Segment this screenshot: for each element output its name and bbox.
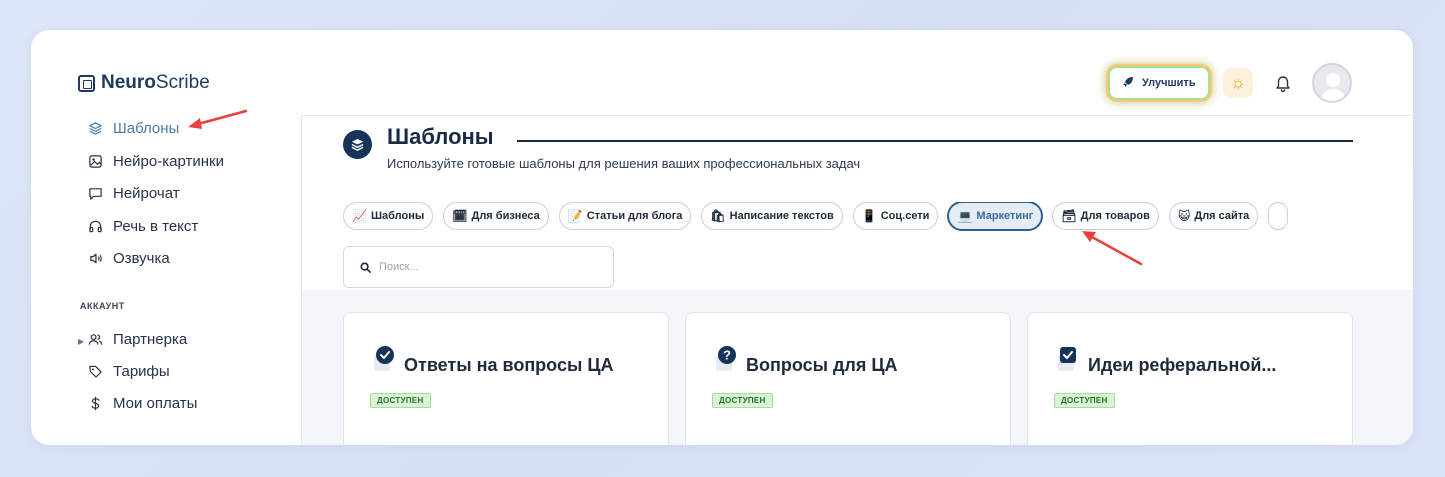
theme-toggle-button[interactable]: ☼: [1223, 68, 1253, 98]
template-card[interactable]: Ответы на вопросы ЦА ДОСТУПЕН: [343, 312, 669, 445]
status-badge: ДОСТУПЕН: [1054, 393, 1115, 408]
phone-icon: 📱: [861, 209, 877, 223]
calendar-icon: 🗓: [452, 209, 468, 223]
card-title: Идеи реферальной...: [1088, 355, 1277, 375]
sidebar-item-label: Речь в текст: [113, 218, 199, 235]
chip-marketing[interactable]: 💻 Маркетинг: [948, 202, 1043, 230]
chat-icon: [89, 188, 102, 200]
rocket-icon: [1122, 76, 1134, 91]
sidebar-item-label: Озвучка: [113, 250, 170, 267]
chip-templates[interactable]: 📈 Шаблоны: [343, 202, 434, 230]
search-box[interactable]: [343, 246, 614, 288]
status-badge: ДОСТУПЕН: [370, 393, 431, 408]
chip-copywriting[interactable]: 🛍 Написание текстов: [701, 202, 843, 230]
page-subtitle: Используйте готовые шаблоны для решения …: [387, 156, 861, 171]
sidebar-item-speech-to-text[interactable]: Речь в текст: [88, 218, 198, 235]
dollar-icon: [91, 396, 100, 411]
template-card[interactable]: ? Вопросы для ЦА ДОСТУПЕН: [685, 312, 1011, 445]
laptop-icon: 💻: [957, 209, 973, 223]
app-logo[interactable]: NeuroScribe: [78, 72, 210, 94]
page-title: Шаблоны: [387, 124, 494, 149]
template-card[interactable]: Идеи реферальной... ДОСТУПЕН: [1027, 312, 1353, 445]
app-window: NeuroScribe Улучшить ☼ Шаблоны Нейро-кар…: [31, 30, 1413, 445]
logo-bold: Neuro: [101, 72, 156, 93]
memo-icon: 📝: [567, 209, 583, 223]
chip-blog-articles[interactable]: 📝 Статьи для блога: [558, 202, 692, 230]
shopping-bags-icon: 🛍: [710, 209, 726, 223]
templates-title-icon: [343, 130, 372, 159]
logo-icon: [78, 74, 95, 92]
sidebar-item-label: Тарифы: [113, 363, 170, 380]
section-label-account: АККАУНТ: [80, 301, 125, 311]
chip-products[interactable]: 🗃 Для товаров: [1052, 202, 1159, 230]
upgrade-label: Улучшить: [1142, 77, 1196, 89]
chip-more[interactable]: [1268, 202, 1289, 230]
avatar[interactable]: [1312, 63, 1352, 103]
bell-icon: [1276, 76, 1290, 93]
sidebar-item-templates[interactable]: Шаблоны: [88, 120, 179, 137]
users-icon: [88, 334, 103, 345]
sidebar-item-images[interactable]: Нейро-картинки: [88, 153, 224, 170]
sidebar-item-partners[interactable]: Партнерка: [88, 331, 187, 348]
caret-right-icon[interactable]: ▶: [78, 337, 84, 346]
chip-website[interactable]: 😺 Для сайта: [1168, 202, 1259, 230]
chart-icon: 📈: [352, 209, 367, 223]
sidebar-item-voiceover[interactable]: Озвучка: [88, 250, 170, 267]
checkbox-icon: [1058, 347, 1076, 371]
card-title: Вопросы для ЦА: [746, 355, 898, 375]
sidebar-item-payments[interactable]: Мои оплаты: [88, 395, 197, 412]
search-icon: [360, 261, 371, 273]
svg-text:?: ?: [723, 348, 731, 363]
card-box-icon: 🗃: [1061, 209, 1077, 223]
status-badge: ДОСТУПЕН: [712, 393, 773, 408]
cat-face-icon: 😺: [1177, 209, 1191, 223]
sun-icon: ☼: [1230, 73, 1246, 92]
search-input[interactable]: [379, 261, 599, 273]
sidebar-item-label: Нейро-картинки: [113, 153, 224, 170]
notifications-button[interactable]: [1270, 70, 1296, 98]
sidebar-item-label: Мои оплаты: [113, 395, 198, 412]
sidebar-item-label: Шаблоны: [113, 120, 180, 137]
sidebar-item-chat[interactable]: Нейрочат: [88, 185, 180, 202]
logo-rest: Scribe: [155, 72, 210, 93]
card-title: Ответы на вопросы ЦА: [404, 355, 614, 375]
chip-business[interactable]: 🗓 Для бизнеса: [443, 202, 549, 230]
question-badge-icon: ?: [716, 346, 736, 371]
category-chips: 📈 Шаблоны 🗓 Для бизнеса 📝 Статьи для бло…: [343, 202, 1365, 232]
chip-social[interactable]: 📱 Соц.сети: [852, 202, 939, 230]
stack-icon: [89, 122, 102, 135]
sidebar-item-tariffs[interactable]: Тарифы: [88, 363, 170, 380]
sidebar-item-label: Партнерка: [113, 331, 188, 348]
upgrade-button[interactable]: Улучшить: [1108, 66, 1210, 100]
speaker-icon: [90, 253, 102, 264]
headphones-icon: [89, 220, 102, 233]
sidebar: Шаблоны Нейро-картинки Нейрочат Речь в т…: [31, 115, 302, 445]
image-icon: [89, 155, 102, 168]
tag-icon: [89, 365, 102, 378]
title-divider: [517, 140, 1353, 142]
check-badge-icon: [374, 346, 394, 371]
sidebar-item-label: Нейрочат: [113, 185, 180, 202]
